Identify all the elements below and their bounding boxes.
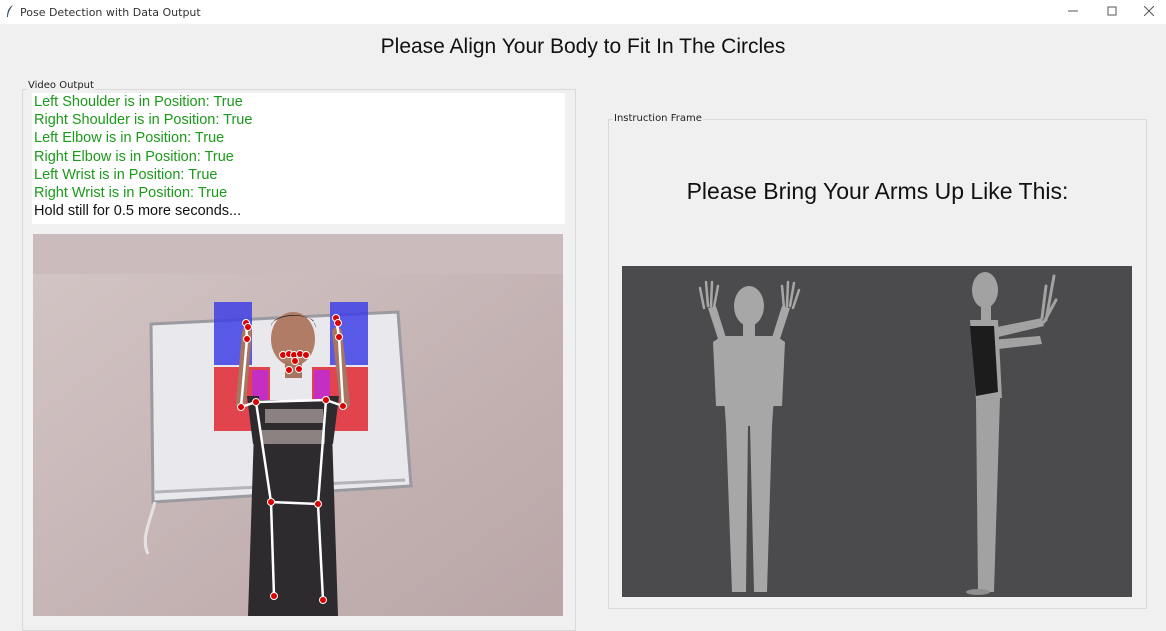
maximize-button[interactable] xyxy=(1095,1,1129,23)
window-title: Pose Detection with Data Output xyxy=(20,6,201,19)
status-text-box: Left Shoulder is in Position: True Right… xyxy=(32,93,565,224)
page-heading: Please Align Your Body to Fit In The Cir… xyxy=(380,35,786,58)
feather-icon xyxy=(7,5,13,17)
window-titlebar: Pose Detection with Data Output xyxy=(0,0,1166,24)
status-line-right-shoulder: Right Shoulder is in Position: True xyxy=(34,112,253,129)
minimize-button[interactable] xyxy=(1056,1,1090,23)
video-output-label: Video Output xyxy=(27,80,95,91)
status-line-left-elbow: Left Elbow is in Position: True xyxy=(34,130,225,147)
status-line-left-shoulder: Left Shoulder is in Position: True xyxy=(34,94,243,110)
minimize-icon xyxy=(1068,10,1078,12)
camera-feed xyxy=(33,234,563,616)
maximize-icon xyxy=(1107,6,1117,16)
camera-frame-image xyxy=(33,234,563,616)
status-line-left-wrist: Left Wrist is in Position: True xyxy=(34,166,218,183)
instruction-text: Please Bring Your Arms Up Like This: xyxy=(686,178,1069,204)
close-button[interactable] xyxy=(1132,1,1166,23)
status-line-right-wrist: Right Wrist is in Position: True xyxy=(34,184,228,201)
example-pose-image xyxy=(622,266,1132,597)
status-line-right-elbow: Right Elbow is in Position: True xyxy=(34,148,234,165)
hold-still-message: Hold still for 0.5 more seconds... xyxy=(34,203,242,220)
close-icon xyxy=(1143,5,1155,17)
mannequin-figures-image xyxy=(622,266,1132,597)
instruction-frame-label: Instruction Frame xyxy=(613,113,703,124)
